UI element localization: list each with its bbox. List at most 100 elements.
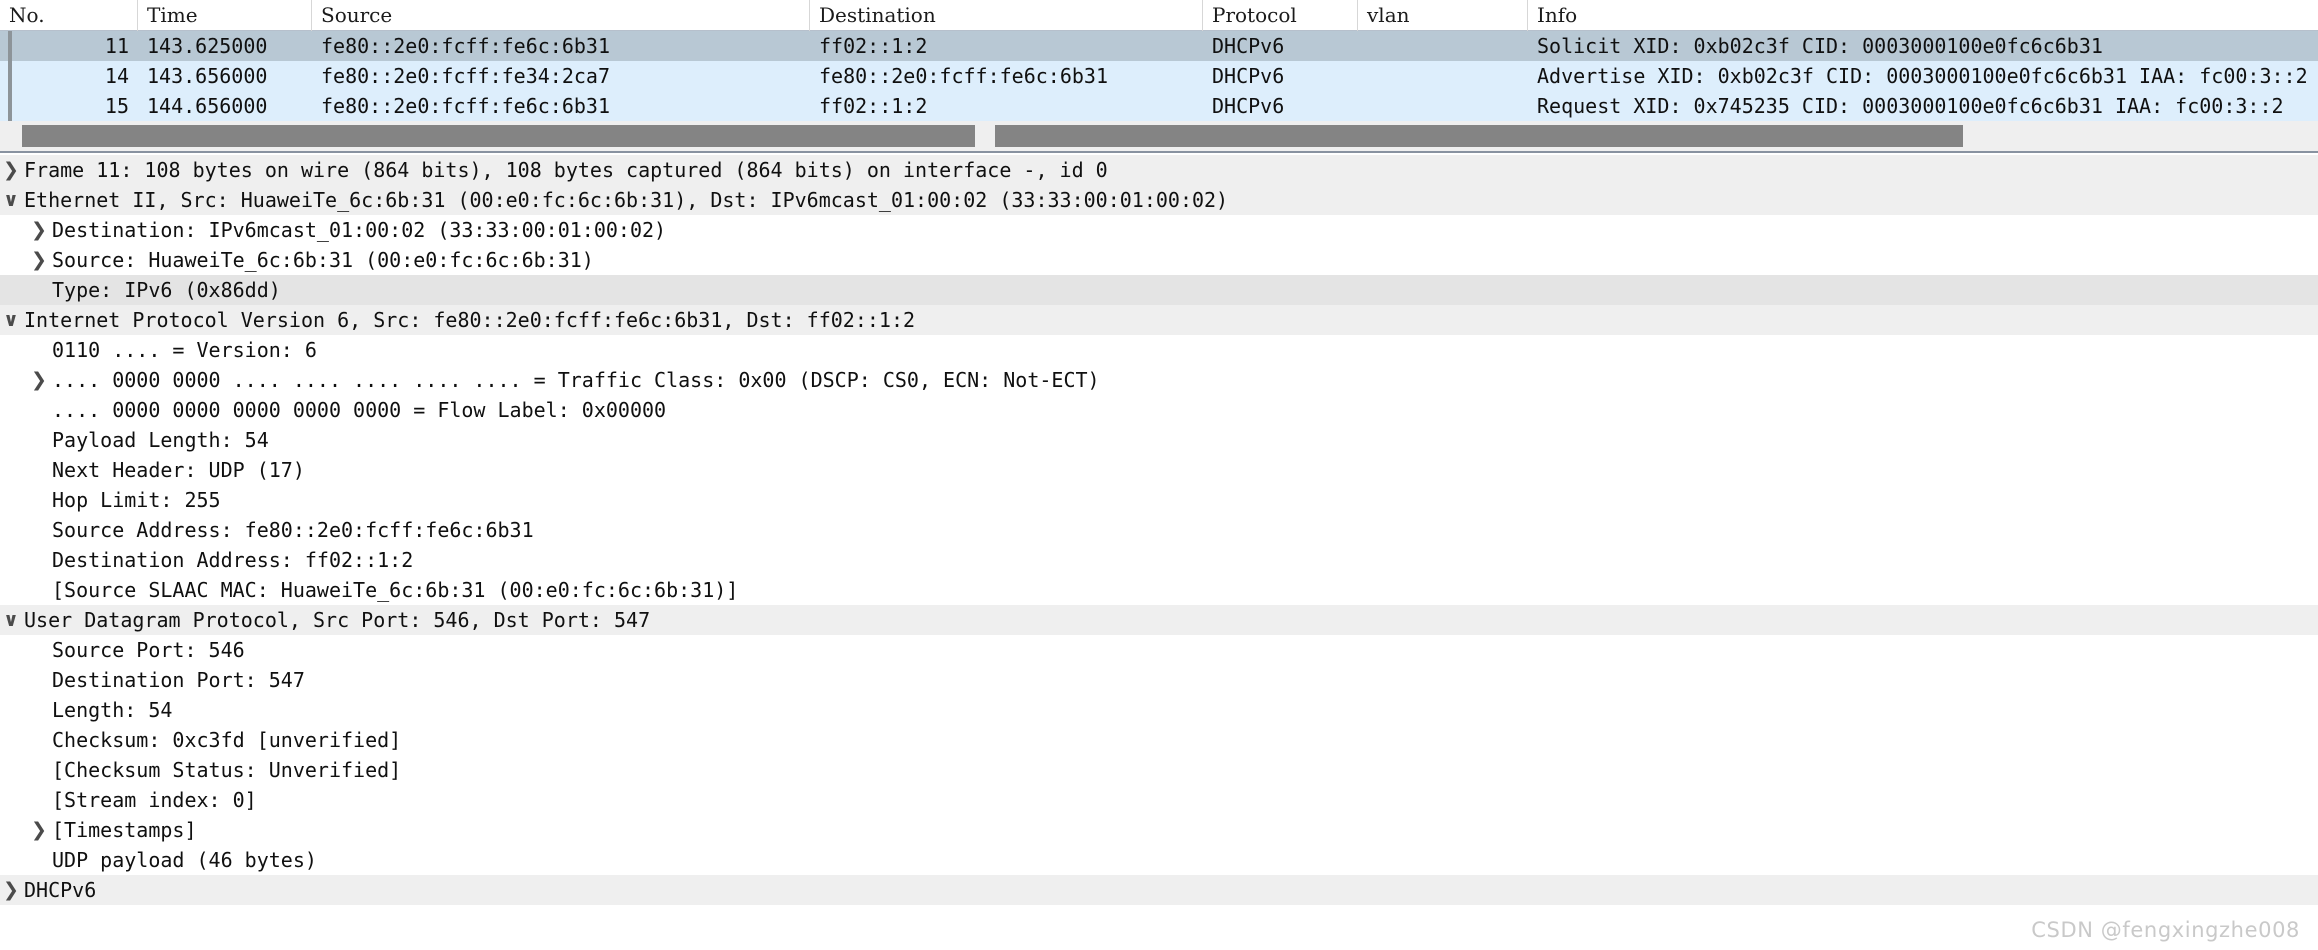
column-header-source[interactable]: Source [312, 0, 810, 31]
detail-tree-row[interactable]: Checksum: 0xc3fd [unverified] [0, 725, 2318, 755]
detail-tree-label: 0110 .... = Version: 6 [52, 338, 317, 362]
detail-tree-row[interactable]: 0110 .... = Version: 6 [0, 335, 2318, 365]
packet-cell-vlan [1358, 31, 1528, 61]
packet-list-pane: No. Time Source Destination Protocol vlan Info… [0, 0, 2318, 153]
detail-tree-row[interactable]: [Checksum Status: Unverified] [0, 755, 2318, 785]
detail-tree-row[interactable]: ❯ Frame 11: 108 bytes on wire (864 bits),… [0, 155, 2318, 185]
packet-row-marker [8, 91, 12, 121]
detail-tree-row[interactable]: [Source SLAAC MAC: HuaweiTe_6c:6b:31 (00… [0, 575, 2318, 605]
detail-tree-row[interactable]: ∨ Internet Protocol Version 6, Src: fe80:… [0, 305, 2318, 335]
chevron-down-icon[interactable]: ∨ [0, 185, 22, 215]
wireshark-window: No. Time Source Destination Protocol vlan Info… [0, 0, 2318, 950]
detail-tree-label: UDP payload (46 bytes) [52, 848, 317, 872]
detail-tree-label: Destination Address: ff02::1:2 [52, 548, 414, 572]
column-header-vlan[interactable]: vlan [1358, 0, 1528, 31]
packet-row[interactable]: 15 144.656000 fe80::2e0:fcff:fe6c:6b31 ff02… [0, 91, 2318, 121]
detail-tree-row[interactable]: Payload Length: 54 [0, 425, 2318, 455]
detail-tree-row[interactable]: UDP payload (46 bytes) [0, 845, 2318, 875]
detail-tree-row[interactable]: ❯ DHCPv6 [0, 875, 2318, 905]
scrollbar-thumb-left[interactable] [22, 125, 975, 147]
detail-tree-label: Ethernet II, Src: HuaweiTe_6c:6b:31 (00:… [24, 188, 1229, 212]
packet-list-horizontal-scrollbar[interactable] [0, 121, 2318, 153]
chevron-down-icon[interactable]: ∨ [0, 305, 22, 335]
packet-cell-info: Solicit XID: 0xb02c3f CID: 0003000100e0f… [1537, 34, 2103, 58]
detail-tree-label: Next Header: UDP (17) [52, 458, 305, 482]
chevron-down-icon[interactable]: ∨ [0, 605, 22, 635]
packet-row[interactable]: 14 143.656000 fe80::2e0:fcff:fe34:2ca7 fe80… [0, 61, 2318, 91]
chevron-right-icon[interactable]: ❯ [28, 815, 50, 845]
detail-tree-row[interactable]: ❯.... 0000 0000 .... .... .... .... ....… [0, 365, 2318, 395]
detail-tree-label: [Timestamps] [52, 818, 197, 842]
chevron-right-icon[interactable]: ❯ [28, 365, 50, 395]
packet-row[interactable]: 11 143.625000 fe80::2e0:fcff:fe6c:6b31 ff02… [0, 31, 2318, 61]
csdn-watermark: CSDN @fengxingzhe008 [2031, 918, 2300, 942]
chevron-right-icon[interactable]: ❯ [28, 245, 50, 275]
detail-tree-row[interactable]: Source Address: fe80::2e0:fcff:fe6c:6b31 [0, 515, 2318, 545]
detail-tree-row[interactable]: Next Header: UDP (17) [0, 455, 2318, 485]
packet-row-marker [8, 31, 12, 61]
detail-tree-row[interactable]: ∨ Ethernet II, Src: HuaweiTe_6c:6b:31 (00… [0, 185, 2318, 215]
packet-list-rows[interactable]: 11 143.625000 fe80::2e0:fcff:fe6c:6b31 ff02… [0, 31, 2318, 121]
detail-tree-row[interactable]: Destination Port: 547 [0, 665, 2318, 695]
detail-tree-row[interactable]: Length: 54 [0, 695, 2318, 725]
detail-tree-row[interactable]: [Stream index: 0] [0, 785, 2318, 815]
detail-tree-label: Type: IPv6 (0x86dd) [52, 278, 281, 302]
detail-tree-label: User Datagram Protocol, Src Port: 546, D… [24, 608, 651, 632]
detail-tree-row[interactable]: Destination Address: ff02::1:2 [0, 545, 2318, 575]
chevron-right-icon[interactable]: ❯ [0, 155, 22, 185]
column-header-protocol[interactable]: Protocol [1203, 0, 1358, 31]
detail-tree-label: Checksum: 0xc3fd [unverified] [52, 728, 402, 752]
detail-tree-row[interactable]: ∨ User Datagram Protocol, Src Port: 546, … [0, 605, 2318, 635]
packet-cell-protocol: DHCPv6 [1212, 34, 1285, 58]
detail-tree-label: Frame 11: 108 bytes on wire (864 bits), … [24, 158, 1108, 182]
packet-cell-destination: fe80::2e0:fcff:fe6c:6b31 [819, 64, 1108, 88]
packet-detail-tree[interactable]: ❯ Frame 11: 108 bytes on wire (864 bits),… [0, 155, 2318, 950]
scrollbar-thumb-right[interactable] [995, 125, 1963, 147]
column-header-info[interactable]: Info [1528, 0, 2318, 31]
detail-tree-row[interactable]: Source Port: 546 [0, 635, 2318, 665]
detail-tree-row[interactable]: ❯ Source: HuaweiTe_6c:6b:31 (00:e0:fc:6c:… [0, 245, 2318, 275]
packet-cell-time: 144.656000 [147, 94, 268, 118]
detail-tree-label: Source Port: 546 [52, 638, 245, 662]
detail-tree-label: Source: HuaweiTe_6c:6b:31 (00:e0:fc:6c:6… [52, 248, 594, 272]
detail-tree-row[interactable]: Hop Limit: 255 [0, 485, 2318, 515]
chevron-right-icon[interactable]: ❯ [28, 215, 50, 245]
detail-tree-label: .... 0000 0000 .... .... .... .... .... … [52, 368, 1100, 392]
packet-cell-source: fe80::2e0:fcff:fe6c:6b31 [321, 94, 610, 118]
detail-tree-label: .... 0000 0000 0000 0000 0000 = Flow Lab… [52, 398, 667, 422]
detail-tree-label: [Checksum Status: Unverified] [52, 758, 402, 782]
detail-tree-row[interactable]: Type: IPv6 (0x86dd) [0, 275, 2318, 305]
column-header-destination[interactable]: Destination [810, 0, 1203, 31]
column-header-time[interactable]: Time [138, 0, 312, 31]
chevron-right-icon[interactable]: ❯ [0, 875, 22, 905]
detail-tree-row[interactable]: .... 0000 0000 0000 0000 0000 = Flow Lab… [0, 395, 2318, 425]
packet-cell-protocol: DHCPv6 [1212, 64, 1285, 88]
packet-cell-destination: ff02::1:2 [819, 94, 928, 118]
detail-tree-row[interactable]: ❯ Destination: IPv6mcast_01:00:02 (33:33:… [0, 215, 2318, 245]
column-header-no[interactable]: No. [0, 0, 138, 31]
detail-tree-row[interactable]: ❯ [Timestamps] [0, 815, 2318, 845]
